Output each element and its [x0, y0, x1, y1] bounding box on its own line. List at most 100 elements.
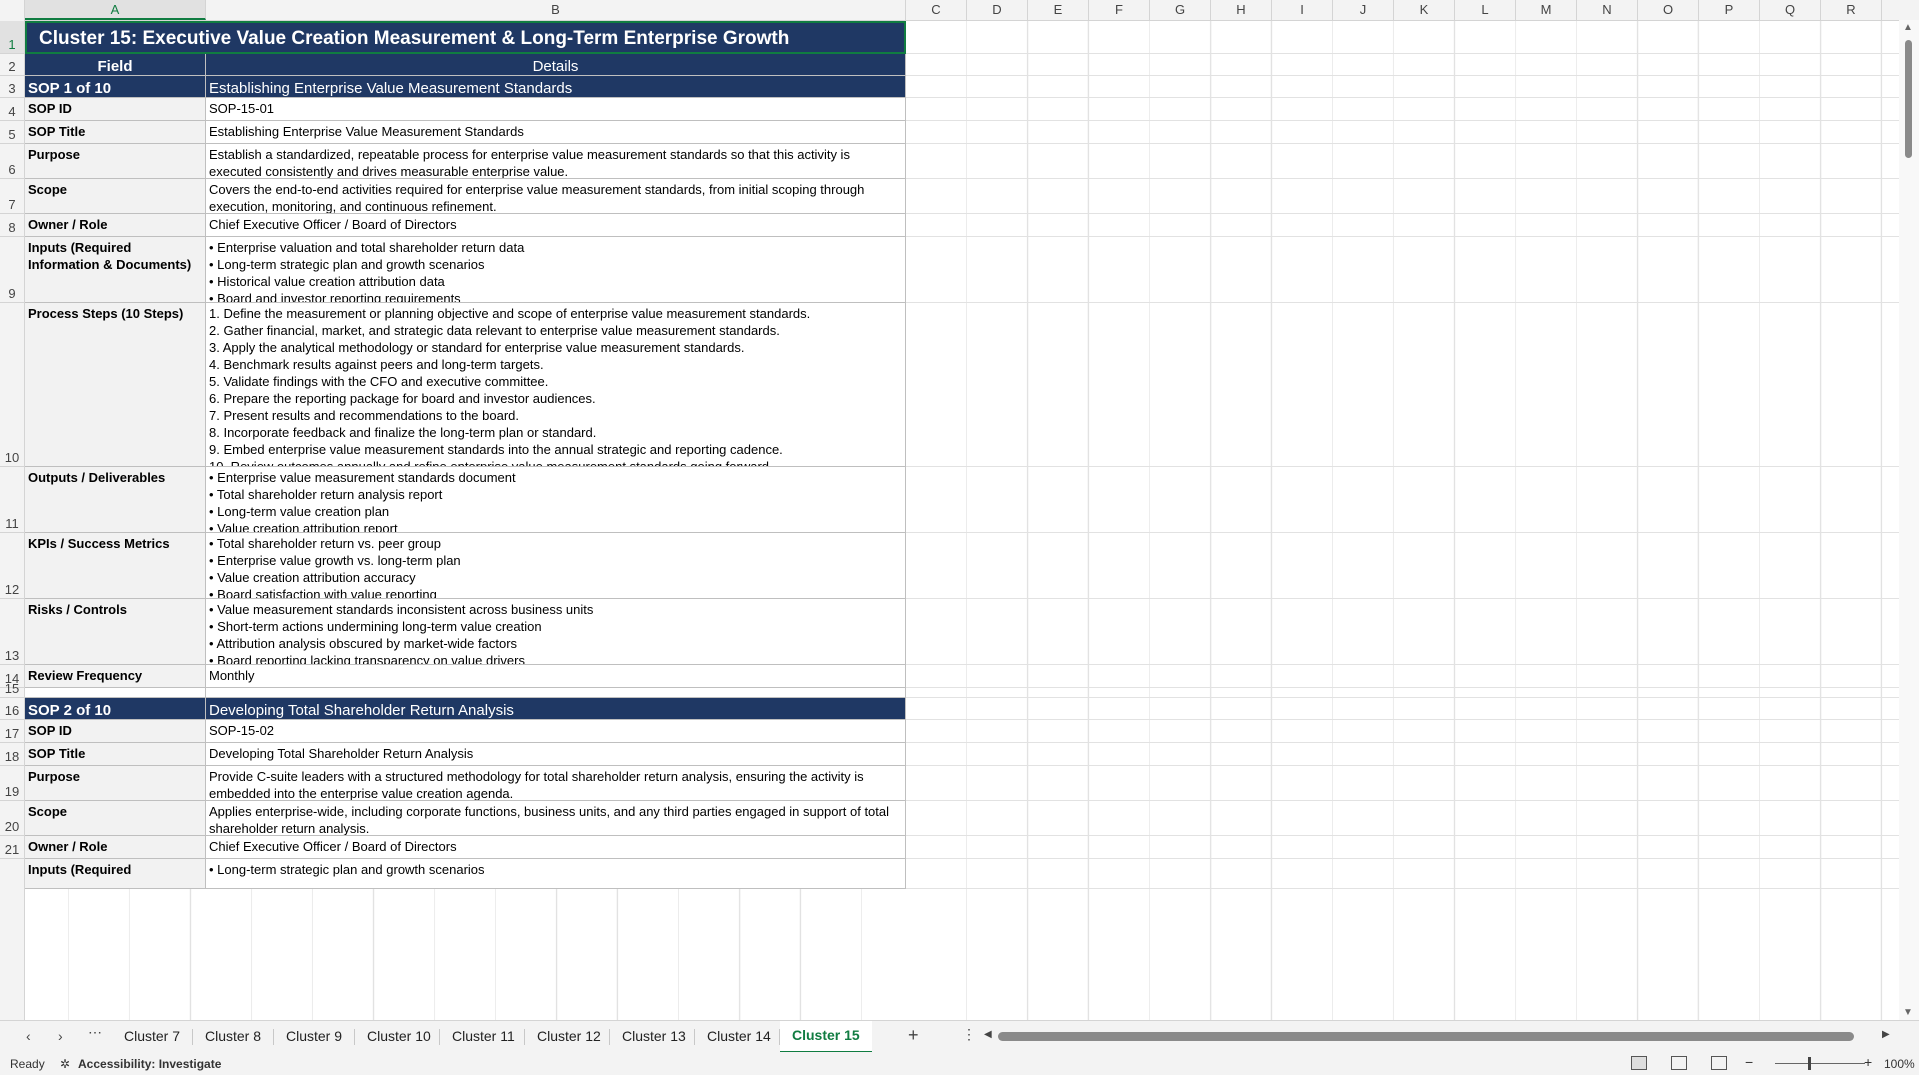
field-details[interactable]: SOP-15-01 [206, 98, 906, 121]
field-details[interactable]: Developing Total Shareholder Return Anal… [206, 743, 906, 766]
column-header-a[interactable]: A [25, 0, 206, 20]
row-header-4[interactable]: 4 [0, 98, 24, 121]
field-details[interactable]: Monthly [206, 665, 906, 688]
sheet-options-icon[interactable]: ⋮ [962, 1026, 976, 1043]
column-header-e[interactable]: E [1028, 0, 1089, 20]
field-details[interactable]: Covers the end-to-end activities require… [206, 179, 906, 214]
row-header-11[interactable]: 11 [0, 467, 24, 533]
row-header-17[interactable]: 17 [0, 720, 24, 743]
sheet-tab-cluster-14[interactable]: Cluster 14 [695, 1021, 783, 1051]
sheet-tab-cluster-15[interactable]: Cluster 15 [780, 1021, 872, 1054]
column-header-d[interactable]: D [967, 0, 1028, 20]
column-header-o[interactable]: O [1638, 0, 1699, 20]
column-header-b[interactable]: B [206, 0, 906, 20]
column-header-m[interactable]: M [1516, 0, 1577, 20]
page-break-view-icon[interactable] [1711, 1056, 1727, 1070]
vertical-scrollbar[interactable]: ▲ ▼ [1899, 20, 1919, 1020]
column-header-k[interactable]: K [1394, 0, 1455, 20]
column-header-l[interactable]: L [1455, 0, 1516, 20]
column-header-h[interactable]: H [1211, 0, 1272, 20]
row-header-5[interactable]: 5 [0, 121, 24, 144]
select-all-corner[interactable] [0, 0, 25, 20]
page-layout-view-icon[interactable] [1671, 1056, 1687, 1070]
sop-heading-title[interactable]: Establishing Enterprise Value Measuremen… [206, 76, 906, 98]
field-label[interactable]: Purpose [25, 144, 206, 179]
field-label[interactable]: SOP ID [25, 98, 206, 121]
row-header-21[interactable]: 21 [0, 836, 24, 859]
row-header-19[interactable]: 19 [0, 766, 24, 801]
title-row[interactable]: Cluster 15: Executive Value Creation Mea… [25, 21, 906, 54]
zoom-out-icon[interactable]: − [1745, 1054, 1753, 1070]
row-header-7[interactable]: 7 [0, 179, 24, 214]
sheet-tab-cluster-11[interactable]: Cluster 11 [440, 1021, 527, 1051]
field-label[interactable]: Outputs / Deliverables [25, 467, 206, 533]
column-header-j[interactable]: J [1333, 0, 1394, 20]
field-label[interactable]: Owner / Role [25, 836, 206, 859]
row-header-6[interactable]: 6 [0, 144, 24, 179]
sop-heading-label[interactable]: SOP 1 of 10 [25, 76, 206, 98]
horizontal-scroll-thumb[interactable] [998, 1032, 1854, 1041]
blank-cell[interactable] [25, 688, 206, 698]
column-header-c[interactable]: C [906, 0, 967, 20]
field-details[interactable]: • Enterprise valuation and total shareho… [206, 237, 906, 303]
sop-heading-label[interactable]: SOP 2 of 10 [25, 698, 206, 720]
row-header-12[interactable]: 12 [0, 533, 24, 599]
field-details[interactable]: Provide C-suite leaders with a structure… [206, 766, 906, 801]
field-details[interactable]: Chief Executive Officer / Board of Direc… [206, 214, 906, 237]
next-sheet-icon[interactable]: › [58, 1028, 63, 1044]
field-details[interactable]: • Long-term strategic plan and growth sc… [206, 859, 906, 889]
sop-heading-title[interactable]: Developing Total Shareholder Return Anal… [206, 698, 906, 720]
field-details[interactable]: Chief Executive Officer / Board of Direc… [206, 836, 906, 859]
row-header-18[interactable]: 18 [0, 743, 24, 766]
row-header-13[interactable]: 13 [0, 599, 24, 665]
column-header-p[interactable]: P [1699, 0, 1760, 20]
column-header-q[interactable]: Q [1760, 0, 1821, 20]
scroll-down-icon[interactable]: ▼ [1903, 1007, 1913, 1018]
sheet-tab-cluster-10[interactable]: Cluster 10 [355, 1021, 443, 1051]
field-label[interactable]: SOP ID [25, 720, 206, 743]
field-details[interactable]: • Value measurement standards inconsiste… [206, 599, 906, 665]
field-label[interactable]: Process Steps (10 Steps) [25, 303, 206, 467]
field-label[interactable]: KPIs / Success Metrics [25, 533, 206, 599]
row-header-9[interactable]: 9 [0, 237, 24, 303]
field-details[interactable]: 1. Define the measurement or planning ob… [206, 303, 906, 467]
field-label[interactable]: Owner / Role [25, 214, 206, 237]
field-label[interactable]: Inputs (Required [25, 859, 206, 889]
column-header-r[interactable]: R [1821, 0, 1882, 20]
field-details[interactable]: Establish a standardized, repeatable pro… [206, 144, 906, 179]
row-header-20[interactable]: 20 [0, 801, 24, 836]
zoom-slider[interactable] [1775, 1063, 1865, 1064]
sheet-tab-cluster-7[interactable]: Cluster 7 [112, 1021, 192, 1051]
sheet-title[interactable]: Cluster 15: Executive Value Creation Mea… [25, 21, 906, 54]
field-label[interactable]: Inputs (Required Information & Documents… [25, 237, 206, 303]
row-header-16[interactable]: 16 [0, 698, 24, 720]
column-header-g[interactable]: G [1150, 0, 1211, 20]
normal-view-icon[interactable] [1631, 1056, 1647, 1070]
worksheet-grid[interactable]: Cluster 15: Executive Value Creation Mea… [25, 21, 1899, 1020]
more-sheets-icon[interactable]: ⋯ [88, 1024, 102, 1041]
scroll-left-icon[interactable]: ◀ [984, 1029, 992, 1040]
row-header-3[interactable]: 3 [0, 76, 24, 98]
vertical-scroll-thumb[interactable] [1905, 40, 1912, 158]
horizontal-scrollbar[interactable] [996, 1032, 1856, 1041]
sheet-tab-cluster-12[interactable]: Cluster 12 [525, 1021, 613, 1051]
scroll-up-icon[interactable]: ▲ [1903, 22, 1913, 33]
row-header-1[interactable]: 1 [0, 21, 24, 54]
zoom-level[interactable]: 100% [1884, 1057, 1915, 1071]
header-details[interactable]: Details [206, 54, 906, 76]
zoom-slider-knob[interactable] [1808, 1057, 1811, 1070]
field-label[interactable]: Purpose [25, 766, 206, 801]
column-header-i[interactable]: I [1272, 0, 1333, 20]
row-header-10[interactable]: 10 [0, 303, 24, 467]
header-field[interactable]: Field [25, 54, 206, 76]
field-label[interactable]: SOP Title [25, 743, 206, 766]
field-details[interactable]: Establishing Enterprise Value Measuremen… [206, 121, 906, 144]
field-details[interactable]: • Total shareholder return vs. peer grou… [206, 533, 906, 599]
sheet-tab-cluster-13[interactable]: Cluster 13 [610, 1021, 698, 1051]
field-details[interactable]: Applies enterprise-wide, including corpo… [206, 801, 906, 836]
field-details[interactable]: • Enterprise value measurement standards… [206, 467, 906, 533]
column-header-n[interactable]: N [1577, 0, 1638, 20]
accessibility-status[interactable]: Accessibility: Investigate [78, 1057, 221, 1071]
sheet-tab-cluster-9[interactable]: Cluster 9 [274, 1021, 354, 1051]
sheet-tab-cluster-8[interactable]: Cluster 8 [193, 1021, 273, 1051]
